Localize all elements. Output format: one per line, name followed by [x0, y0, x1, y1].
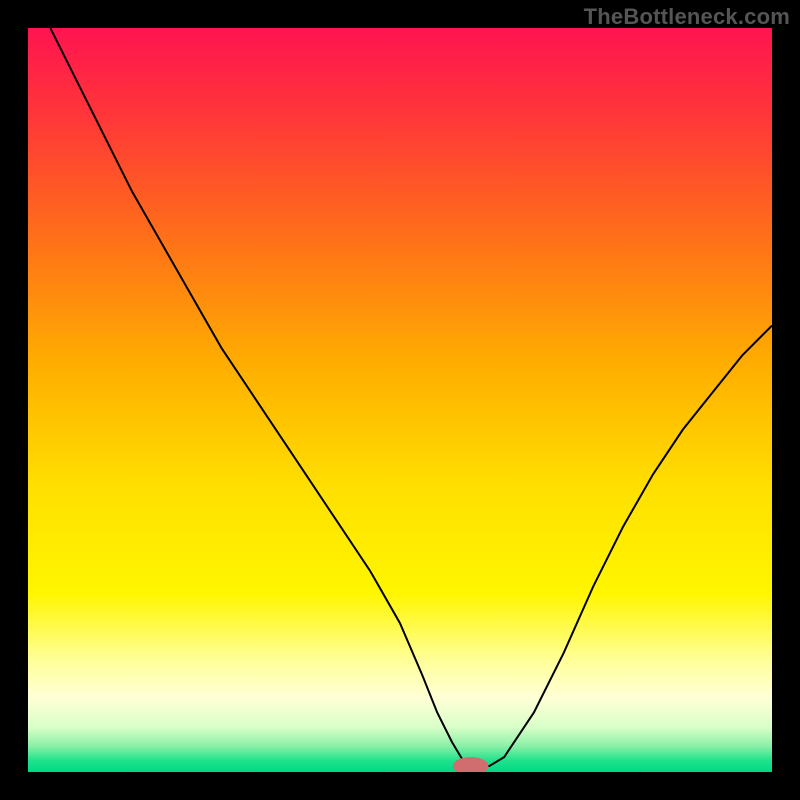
- bottleneck-chart: [28, 28, 772, 772]
- watermark-text: TheBottleneck.com: [584, 4, 790, 30]
- plot-area: [28, 28, 772, 772]
- chart-frame: TheBottleneck.com: [0, 0, 800, 800]
- gradient-background: [28, 28, 772, 772]
- optimal-point-marker: [454, 758, 488, 772]
